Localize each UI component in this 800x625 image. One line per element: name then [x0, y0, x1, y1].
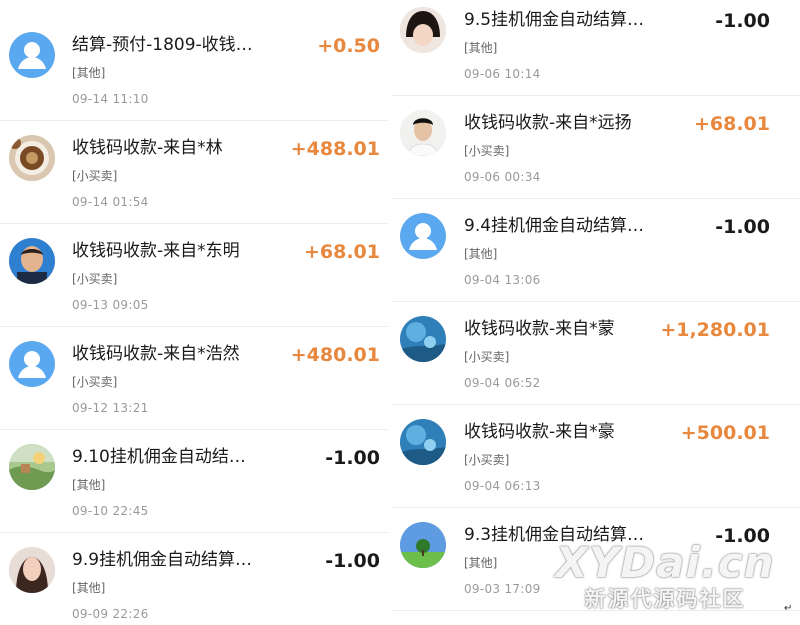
transaction-category: [其他] [72, 478, 106, 492]
transaction-row[interactable]: 9.3挂机佣金自动结算… [其他] 09-03 17:09 -1.00 [392, 508, 800, 611]
transaction-amount: -1.00 [325, 550, 380, 572]
transaction-row[interactable]: 收钱码收款-来自*远扬 [小买卖] 09-06 00:34 +68.01 [392, 96, 800, 199]
transaction-amount: +1,280.01 [660, 319, 770, 341]
transaction-category: [其他] [72, 66, 106, 80]
transaction-row[interactable]: 收钱码收款-来自*林 [小买卖] 09-14 01:54 +488.01 [0, 121, 388, 224]
transaction-category: [小买卖] [72, 169, 118, 183]
transaction-amount: +500.01 [680, 422, 770, 444]
transaction-title: 收钱码收款-来自*东明 [72, 241, 240, 261]
transaction-amount: +488.01 [290, 138, 380, 160]
transaction-title: 收钱码收款-来自*豪 [464, 422, 615, 442]
transaction-title: 收钱码收款-来自*远扬 [464, 113, 632, 133]
transaction-amount: -1.00 [715, 10, 770, 32]
transaction-time: 09-06 10:14 [464, 67, 541, 81]
transaction-row[interactable]: 收钱码收款-来自*豪 [小买卖] 09-04 06:13 +500.01 [392, 405, 800, 508]
default-user-icon [9, 341, 55, 387]
transaction-amount: +68.01 [693, 113, 770, 135]
transaction-category: [其他] [464, 556, 498, 570]
transaction-time: 09-04 13:06 [464, 273, 541, 287]
coffee-cup-avatar-icon [9, 135, 55, 181]
transaction-title: 收钱码收款-来自*浩然 [72, 344, 240, 364]
transaction-time: 09-04 06:13 [464, 479, 541, 493]
transaction-time: 09-12 13:21 [72, 401, 149, 415]
transaction-row[interactable]: 9.10挂机佣金自动结… [其他] 09-10 22:45 -1.00 [0, 430, 388, 533]
transaction-category: [小买卖] [464, 453, 510, 467]
transaction-row[interactable]: 9.4挂机佣金自动结算… [其他] 09-04 13:06 -1.00 [392, 199, 800, 302]
transaction-category: [小买卖] [464, 144, 510, 158]
return-mark: ↵ [784, 603, 793, 614]
transaction-time: 09-14 01:54 [72, 195, 149, 209]
transaction-title: 收钱码收款-来自*林 [72, 138, 223, 158]
landscape-avatar-icon [9, 444, 55, 490]
transaction-title: 结算-预付-1809-收钱… [72, 35, 253, 55]
transaction-amount: +68.01 [303, 241, 380, 263]
transaction-amount: +0.50 [317, 35, 380, 57]
default-user-icon [9, 32, 55, 78]
transaction-row[interactable]: 收钱码收款-来自*蒙 [小买卖] 09-04 06:52 +1,280.01 [392, 302, 800, 405]
underwater-avatar-icon [400, 419, 446, 465]
transaction-category: [其他] [72, 581, 106, 595]
transaction-category: [其他] [464, 247, 498, 261]
transaction-title: 9.9挂机佣金自动结算… [72, 550, 253, 570]
transaction-row[interactable]: 收钱码收款-来自*东明 [小买卖] 09-13 09:05 +68.01 [0, 224, 388, 327]
transaction-time: 09-03 17:09 [464, 582, 541, 596]
transaction-title: 9.5挂机佣金自动结算… [464, 10, 645, 30]
transaction-time: 09-06 00:34 [464, 170, 541, 184]
transaction-row[interactable]: 9.9挂机佣金自动结算… [其他] 09-09 22:26 -1.00 [0, 533, 388, 625]
transaction-title: 9.10挂机佣金自动结… [72, 447, 246, 467]
transaction-time: 09-09 22:26 [72, 607, 149, 621]
transaction-category: [小买卖] [464, 350, 510, 364]
transaction-title: 收钱码收款-来自*蒙 [464, 319, 615, 339]
default-user-icon [400, 213, 446, 259]
transaction-title: 9.3挂机佣金自动结算… [464, 525, 645, 545]
transaction-amount: -1.00 [715, 525, 770, 547]
transaction-category: [其他] [464, 41, 498, 55]
transaction-category: [小买卖] [72, 375, 118, 389]
transaction-time: 09-13 09:05 [72, 298, 149, 312]
transaction-rows-right: 9.5挂机佣金自动结算… [其他] 09-06 10:14 -1.00 收钱码收款-来自… [392, 0, 800, 611]
transaction-time: 09-04 06:52 [464, 376, 541, 390]
transaction-time: 09-10 22:45 [72, 504, 149, 518]
transaction-rows-left: 结算-预付-1809-收钱… [其他] 09-14 11:10 +0.50 收钱码收款-… [0, 18, 388, 625]
transaction-amount: +480.01 [290, 344, 380, 366]
underwater-avatar-icon [400, 316, 446, 362]
transaction-row[interactable]: 结算-预付-1809-收钱… [其他] 09-14 11:10 +0.50 [0, 18, 388, 121]
young-man-avatar-icon [400, 110, 446, 156]
transaction-title: 9.4挂机佣金自动结算… [464, 216, 645, 236]
child-face-avatar-icon [400, 7, 446, 53]
man-face-avatar-icon [9, 238, 55, 284]
transaction-row[interactable]: 收钱码收款-来自*浩然 [小买卖] 09-12 13:21 +480.01 [0, 327, 388, 430]
transaction-list-left: 结算-预付-1809-收钱… [其他] 09-14 11:10 +0.50 收钱码收款-… [0, 0, 388, 625]
transaction-row[interactable]: 9.5挂机佣金自动结算… [其他] 09-06 10:14 -1.00 [392, 0, 800, 96]
transaction-list-right: 9.5挂机佣金自动结算… [其他] 09-06 10:14 -1.00 收钱码收款-来自… [392, 0, 800, 625]
transaction-category: [小买卖] [72, 272, 118, 286]
transaction-amount: -1.00 [325, 447, 380, 469]
transaction-amount: -1.00 [715, 216, 770, 238]
tree-field-avatar-icon [400, 522, 446, 568]
woman-face-avatar-icon [9, 547, 55, 593]
transaction-time: 09-14 11:10 [72, 92, 149, 106]
